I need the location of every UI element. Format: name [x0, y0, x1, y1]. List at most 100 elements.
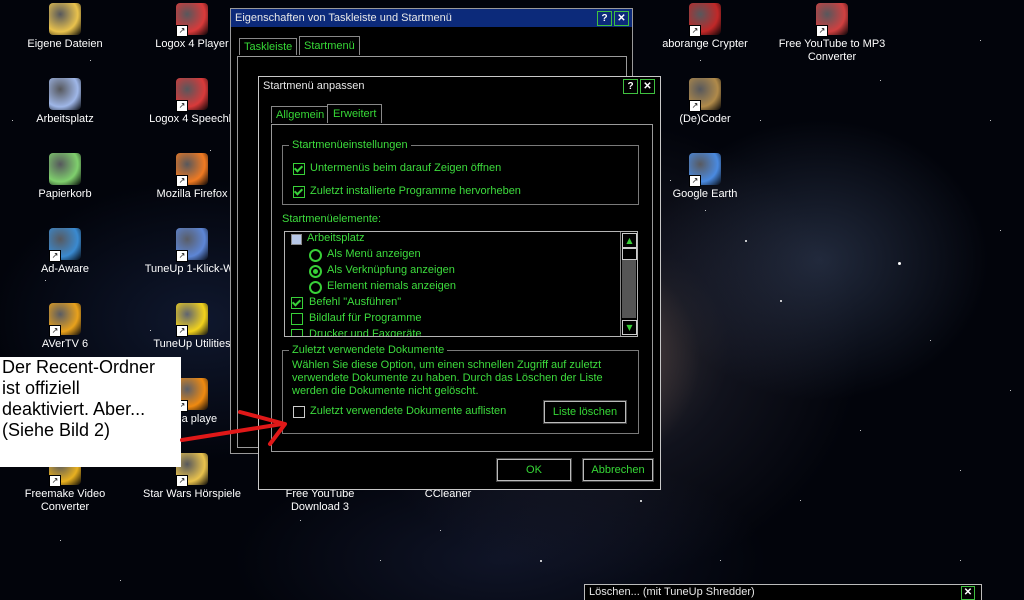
- decoder-lock-icon: ↗: [689, 78, 721, 112]
- tab-startmenu[interactable]: Startmenü: [299, 36, 360, 55]
- list-scrollbar[interactable]: ▲ ▼: [620, 232, 637, 336]
- shortcut-arrow-icon: ↗: [176, 325, 188, 337]
- star: [760, 120, 761, 121]
- desktop-icon-label: aborange Crypter: [662, 38, 748, 50]
- run-command-checkbox[interactable]: [291, 297, 303, 309]
- shortcut-arrow-icon: ↗: [689, 175, 701, 187]
- annotation-line: (Siehe Bild 2): [2, 420, 111, 440]
- recycle-bin-icon: [49, 153, 81, 185]
- avertv-icon: ↗: [49, 303, 81, 337]
- clear-list-button[interactable]: Liste löschen: [543, 400, 627, 424]
- erweitert-panel: Startmenüeinstellungen Untermenüs beim d…: [271, 124, 653, 452]
- list-recent-documents-checkbox[interactable]: [293, 406, 305, 418]
- close-button[interactable]: ✕: [961, 586, 975, 600]
- settings-group-title: Startmenüeinstellungen: [289, 139, 411, 151]
- desktop-icon[interactable]: ↗ Ad-Aware: [10, 228, 120, 276]
- crypter-icon: ↗: [689, 3, 721, 37]
- star: [960, 560, 961, 561]
- star: [210, 150, 211, 151]
- desktop-icon-label: Eigene Dateien: [27, 38, 103, 50]
- scroll-programs-checkbox[interactable]: [291, 313, 303, 325]
- star: [380, 560, 381, 561]
- desktop-icon[interactable]: ↗ Free YouTube to MP3 Converter: [777, 3, 887, 64]
- scroll-programs-label: Bildlauf für Programme: [309, 312, 422, 324]
- highlight-new-programs-label: Zuletzt installierte Programme hervorheb…: [310, 185, 521, 197]
- shortcut-arrow-icon: ↗: [176, 250, 188, 262]
- cancel-button[interactable]: Abbrechen: [582, 458, 654, 482]
- star: [960, 470, 961, 471]
- highlight-new-programs-checkbox[interactable]: [293, 186, 305, 198]
- tab-erweitert[interactable]: Erweitert: [327, 104, 383, 123]
- desktop-icon-label: AVerTV 6: [41, 338, 89, 350]
- close-button[interactable]: ✕: [640, 79, 655, 94]
- radio-show-as-menu-label: Als Menü anzeigen: [327, 248, 421, 260]
- star: [700, 60, 701, 61]
- help-button[interactable]: ?: [623, 79, 638, 94]
- adaware-icon: ↗: [49, 228, 81, 262]
- star: [720, 560, 721, 561]
- recent-description-line1: Wählen Sie diese Option, um einen schnel…: [292, 359, 602, 371]
- scroll-track: [622, 260, 636, 318]
- help-button[interactable]: ?: [597, 11, 612, 26]
- startmenu-elements-label: Startmenüelemente:: [282, 213, 382, 225]
- star: [800, 500, 801, 501]
- desktop-icon-label: Star Wars Hörspiele: [142, 488, 241, 500]
- desktop-icon[interactable]: ↗ (De)Coder: [650, 78, 760, 126]
- star: [880, 80, 881, 81]
- star: [860, 430, 861, 431]
- startmenu-elements-list[interactable]: Arbeitsplatz Als Menü anzeigen Als Verkn…: [284, 231, 638, 337]
- desktop-icon[interactable]: ↗ Google Earth: [650, 153, 760, 201]
- radio-never-show[interactable]: [309, 281, 322, 294]
- startmenu-dialog-titlebar: Startmenü anpassen ? ✕: [259, 77, 660, 95]
- firefox-icon: ↗: [176, 153, 208, 187]
- desktop-icon[interactable]: Arbeitsplatz: [10, 78, 120, 126]
- desktop-icon-label: Papierkorb: [38, 188, 92, 200]
- annotation-line: Der Recent-Ordner: [2, 357, 156, 377]
- radio-show-as-link[interactable]: [309, 265, 322, 278]
- star: [60, 540, 61, 541]
- recent-documents-title: Zuletzt verwendete Dokumente: [289, 344, 448, 356]
- submenu-hover-label: Untermenüs beim darauf Zeigen öffnen: [310, 162, 502, 174]
- desktop-icon[interactable]: Eigene Dateien: [10, 3, 120, 51]
- folder-documents-icon: [49, 3, 81, 35]
- star: [745, 240, 747, 242]
- submenu-hover-checkbox[interactable]: [293, 163, 305, 175]
- close-button[interactable]: ✕: [614, 11, 629, 26]
- shredder-titlebar: Löschen... (mit TuneUp Shredder) ✕: [585, 585, 981, 600]
- scroll-up-button[interactable]: ▲: [622, 233, 637, 248]
- desktop-icon-label: Free YouTube Download 3: [285, 488, 355, 513]
- desktop-icon[interactable]: Papierkorb: [10, 153, 120, 201]
- shortcut-arrow-icon: ↗: [176, 100, 188, 112]
- printers-checkbox[interactable]: [291, 329, 303, 336]
- star: [980, 40, 981, 41]
- ok-button[interactable]: OK: [496, 458, 572, 482]
- shredder-window: Löschen... (mit TuneUp Shredder) ✕: [584, 584, 982, 600]
- scroll-thumb[interactable]: [622, 248, 637, 260]
- printers-label: Drucker und Faxgeräte: [309, 328, 422, 337]
- taskbar-properties-title: Eigenschaften von Taskleiste und Startme…: [235, 12, 452, 24]
- annotation-note: Der Recent-Ordner ist offiziell deaktivi…: [0, 357, 181, 467]
- tab-taskleiste[interactable]: Taskleiste: [239, 38, 298, 55]
- shortcut-arrow-icon: ↗: [689, 100, 701, 112]
- radio-show-as-menu[interactable]: [309, 249, 322, 262]
- shredder-title: Löschen... (mit TuneUp Shredder): [589, 586, 755, 598]
- annotation-line: deaktiviert. Aber...: [2, 399, 146, 419]
- shortcut-arrow-icon: ↗: [816, 25, 828, 37]
- tab-allgemein[interactable]: Allgemein: [271, 106, 330, 123]
- run-command-label: Befehl "Ausführen": [309, 296, 402, 308]
- desktop-icon[interactable]: ↗ aborange Crypter: [650, 3, 760, 51]
- desktop-icon-label: Free YouTube to MP3 Converter: [778, 38, 886, 63]
- recent-description-line2: verwendete Dokumente zu haben. Durch das…: [292, 372, 603, 384]
- star: [120, 580, 121, 581]
- settings-group: Startmenüeinstellungen Untermenüs beim d…: [282, 139, 639, 205]
- star: [1010, 390, 1011, 391]
- annotation-line: ist offiziell: [2, 378, 80, 398]
- star: [90, 60, 91, 61]
- list-item-workplace[interactable]: Arbeitsplatz: [307, 232, 364, 244]
- desktop-icon[interactable]: ↗ AVerTV 6: [10, 303, 120, 351]
- logox-icon: ↗: [176, 78, 208, 112]
- star: [705, 210, 706, 211]
- taskbar-properties-titlebar: Eigenschaften von Taskleiste und Startme…: [231, 9, 632, 27]
- scroll-down-button[interactable]: ▼: [622, 320, 637, 335]
- star: [930, 340, 931, 341]
